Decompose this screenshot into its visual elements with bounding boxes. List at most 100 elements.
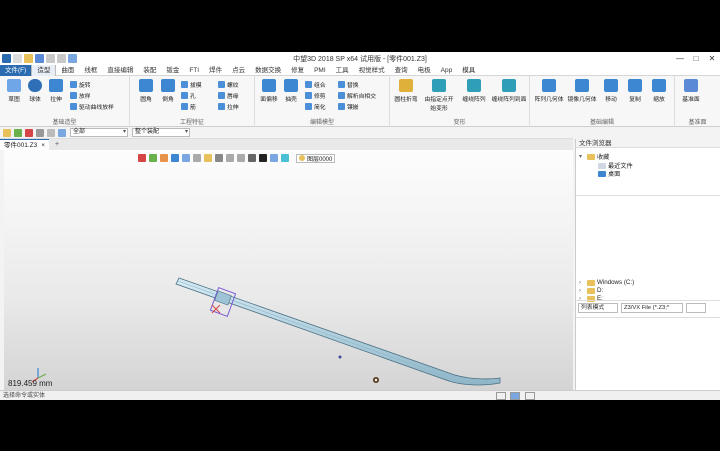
menu-point-cloud[interactable]: 点云 [227,65,250,76]
recent-files-icon [598,162,606,169]
chamfer-icon [161,79,175,92]
menu-repair[interactable]: 修复 [286,65,309,76]
file-menu[interactable]: 文件(F) [0,64,32,76]
wrap-pattern-to-face-button[interactable]: 缠绕阵列到面 [491,79,527,103]
sketch-button[interactable]: 草图 [3,79,25,103]
move-icon [604,79,618,92]
group-label-datum: 基准面 [688,120,707,126]
simplify-button[interactable]: 简化 [305,101,326,111]
menu-pmi[interactable]: PMI [309,65,331,76]
drive-curve-loft-icon [70,102,77,110]
new-file-icon[interactable] [13,54,22,63]
expand-icon[interactable]: › [579,288,585,294]
loft-button[interactable]: 放样 [70,90,91,100]
menu-app[interactable]: App [436,65,458,76]
filter-dropdown[interactable]: 全部 [70,128,128,137]
face-offset-button[interactable]: 面偏移 [258,79,280,103]
copy-button[interactable]: 复制 [624,79,646,103]
menu-sheet-metal[interactable]: 钣金 [161,65,184,76]
fillet-button[interactable]: 圆角 [135,79,157,103]
tab-part001[interactable]: 零件001.Z3 × [0,139,50,150]
mirror-geometry-button[interactable]: 镜像几何体 [567,79,597,103]
rib-icon [181,102,188,110]
cylinder-fold-button[interactable]: 圆柱折弯 [393,79,419,103]
scale-button[interactable]: 缩放 [648,79,670,103]
menu-visual-style[interactable]: 视觉样式 [354,65,390,76]
trim-button[interactable]: 修剪 [305,90,326,100]
inlay-button[interactable]: 镶嵌 [338,101,359,111]
menu-electrode[interactable]: 电极 [413,65,436,76]
maximize-button[interactable]: □ [688,52,704,65]
tab-close-icon[interactable]: × [41,140,45,150]
list-icon[interactable] [36,128,44,137]
status-display-icon[interactable] [510,392,520,400]
folder-icon [587,287,595,294]
status-view-icon[interactable] [496,392,506,400]
combine-button[interactable]: 组合 [305,79,326,89]
thread-button[interactable]: 螺纹 [218,79,239,89]
remove-icon[interactable] [25,128,33,137]
replace-button[interactable]: 替换 [338,79,359,89]
revolve-button[interactable]: 旋转 [70,79,91,89]
extrude-button[interactable]: 拉伸 [45,79,67,103]
menu-weldment[interactable]: 焊件 [204,65,227,76]
self-intersect-button[interactable]: 解析自相交 [338,90,376,100]
sphere-button[interactable]: 球体 [24,79,46,103]
menu-fti[interactable]: FTI [184,65,204,76]
wrap-pattern-button[interactable]: 缠绕阵列 [460,79,488,103]
menu-query[interactable]: 查询 [390,65,413,76]
rib-button[interactable]: 筋 [181,101,196,111]
path-input[interactable] [686,303,706,313]
tree-item-desktop[interactable]: 桌面 [598,169,620,178]
pattern-geometry-button[interactable]: 阵列几何体 [534,79,564,103]
menu-assembly[interactable]: 装配 [138,65,161,76]
menu-modeling[interactable]: 造型 [31,64,57,76]
minimize-button[interactable]: — [672,52,688,65]
lip-button[interactable]: 唇缘 [218,90,239,100]
view-mode-dropdown[interactable]: 列表模式 [578,303,618,313]
menu-data-exchange[interactable]: 数据交换 [250,65,286,76]
document-tabs: 零件001.Z3 × + [0,139,573,150]
menu-wireframe[interactable]: 线框 [79,65,102,76]
select-icon[interactable] [3,128,11,137]
drive-curve-loft-button[interactable]: 驱动曲线放样 [70,101,114,111]
menu-tools[interactable]: 工具 [331,65,354,76]
close-button[interactable]: ✕ [704,52,720,65]
menu-direct-edit[interactable]: 直接编辑 [102,65,138,76]
file-type-dropdown[interactable]: Z3/VX File (*.Z3;* [621,303,683,313]
settings-icon[interactable] [68,54,77,63]
filter-settings-icon[interactable] [47,128,55,137]
group-label-edit: 编辑模型 [309,120,334,126]
move-button[interactable]: 移动 [600,79,622,103]
extrude-small-button[interactable]: 拉伸 [218,101,239,111]
deform-from-point-button[interactable]: 由指定点开始变形 [422,79,456,112]
draft-button[interactable]: 拔模 [181,79,202,89]
datum-plane-button[interactable]: 基准面 [678,79,704,103]
menu-mold[interactable]: 模具 [457,65,480,76]
expand-icon[interactable]: ▾ [579,153,585,160]
thread-icon [218,80,225,88]
undo-icon[interactable] [46,54,55,63]
tree-item-favorites[interactable]: ▾ 收藏 [579,152,609,161]
app-logo-icon [2,54,11,63]
pick-icon[interactable] [58,128,66,137]
assembly-dropdown[interactable]: 整个装配 [132,128,190,137]
status-bar: 选择命令或实体 [0,390,720,400]
save-icon[interactable] [35,54,44,63]
hole-button[interactable]: 孔 [181,90,196,100]
tree-item-drive-d[interactable]: › D: [579,287,603,294]
redo-icon[interactable] [57,54,66,63]
chamfer-button[interactable]: 倒角 [157,79,179,103]
rod-point-marker [338,355,342,359]
add-tab-button[interactable]: + [49,139,65,150]
status-grid-icon[interactable] [525,392,535,400]
shell-button[interactable]: 抽壳 [280,79,302,103]
app-window: 中望3D 2018 SP x64 试用版 - [零件001.Z3] — □ ✕ … [0,52,720,400]
3d-viewport[interactable]: 图层0000 819.459 mm [4,150,573,390]
menu-surface[interactable]: 曲面 [56,65,79,76]
inlay-icon [338,102,345,110]
add-icon[interactable] [14,128,22,137]
expand-icon[interactable]: › [579,280,585,286]
tree-item-drive-c[interactable]: › Windows (C:) [579,279,634,286]
open-file-icon[interactable] [24,54,33,63]
